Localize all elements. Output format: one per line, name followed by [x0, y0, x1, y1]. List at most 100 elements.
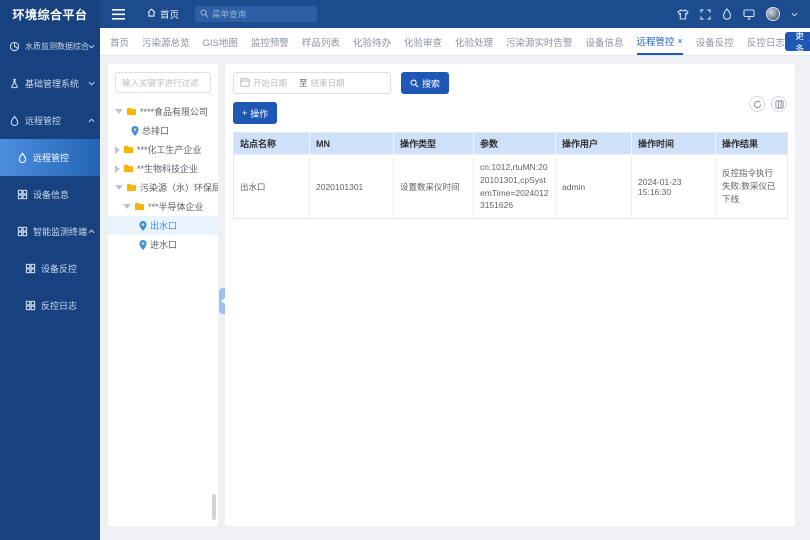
tab-device-info[interactable]: 设备信息: [586, 28, 624, 55]
tree-node-label: 污染源（水）环保局: [140, 181, 218, 194]
action-toolbar: + 操作: [233, 102, 787, 124]
tree-node-inlet[interactable]: 进水口: [108, 235, 218, 254]
monitor-icon[interactable]: [743, 9, 755, 20]
more-tabs-button[interactable]: 更多: [785, 32, 810, 51]
tab-gis-map[interactable]: GIS地图: [203, 28, 238, 55]
top-header: 首页: [100, 0, 810, 28]
tab-lab-process[interactable]: 化验处理: [455, 28, 493, 55]
caret-down-icon[interactable]: [123, 204, 131, 209]
sidebar-item-device-reverse-control[interactable]: 设备反控: [0, 250, 100, 287]
cell-site-name: 出水口: [234, 155, 310, 219]
column-settings-button[interactable]: [771, 96, 787, 112]
col-op-user: 操作用户: [556, 133, 632, 155]
sidebar-item-remote-control[interactable]: 远程管控: [0, 139, 100, 176]
calendar-icon: [240, 77, 250, 89]
sidebar-item-label: 基础管理系统: [25, 77, 79, 90]
fullscreen-icon[interactable]: [700, 9, 711, 20]
caret-down-icon[interactable]: [115, 185, 123, 190]
sidebar-item-label: 智能监测终端: [33, 225, 87, 238]
sidebar-item-label: 水质监测数据综合分析: [25, 41, 88, 52]
header-actions: [677, 7, 798, 21]
col-site-name: 站点名称: [234, 133, 310, 155]
tree-node-food-company[interactable]: ****食品有限公司: [108, 102, 218, 121]
sidebar-item-label: 设备信息: [33, 188, 69, 201]
tree-node-label: ***化工生产企业: [137, 143, 202, 156]
tab-lab-todo[interactable]: 化验待办: [353, 28, 391, 55]
pin-icon: [139, 240, 147, 250]
operate-button[interactable]: + 操作: [233, 102, 277, 124]
tab-monitor-warning[interactable]: 监控预警: [251, 28, 289, 55]
user-menu-chevron-icon[interactable]: [791, 12, 798, 17]
cell-params: cn:1012,rtuMN:2020101301,cpSystemTime=20…: [474, 155, 556, 219]
tab-pollution-overview[interactable]: 污染源总览: [142, 28, 190, 55]
operate-button-label: 操作: [250, 107, 268, 120]
start-date-input[interactable]: [253, 78, 296, 88]
tab-close-icon[interactable]: ×: [678, 36, 683, 46]
folder-icon: [123, 145, 134, 154]
sidebar-item-smart-terminal[interactable]: 智能监测终端: [0, 213, 100, 250]
cell-op-result: 反控指令执行失败:数采仪已下线: [716, 155, 788, 219]
column-settings-icon: [775, 100, 784, 109]
tab-device-reverse-control[interactable]: 设备反控: [696, 28, 734, 55]
grid-icon: [25, 300, 37, 312]
pin-icon: [131, 126, 139, 136]
tree-node-main-outlet[interactable]: 总排口: [108, 121, 218, 140]
tab-remote-control[interactable]: 远程管控×: [637, 28, 683, 55]
home-icon: [147, 8, 156, 20]
breadcrumb-home[interactable]: 首页: [147, 7, 179, 21]
tree-node-chemical-company[interactable]: ***化工生产企业: [108, 140, 218, 159]
grid-icon: [17, 189, 29, 201]
tab-realtime-alarm[interactable]: 污染源实时告警: [506, 28, 573, 55]
tab-reverse-control-log[interactable]: 反控日志: [747, 28, 785, 55]
sidebar-item-device-info[interactable]: 设备信息: [0, 176, 100, 213]
tab-home[interactable]: 首页: [110, 28, 129, 55]
caret-down-icon[interactable]: [115, 109, 123, 114]
flame-icon[interactable]: [722, 8, 732, 20]
cell-mn: 2020101301: [310, 155, 394, 219]
refresh-icon: [753, 100, 762, 109]
breadcrumb-label: 首页: [160, 7, 179, 21]
tab-lab-review[interactable]: 化验审查: [404, 28, 442, 55]
hamburger-menu-icon[interactable]: [112, 9, 125, 20]
caret-right-icon[interactable]: [115, 146, 120, 154]
search-button[interactable]: 搜索: [401, 72, 449, 94]
table-tools: [749, 96, 787, 112]
filter-toolbar: 至 搜索: [233, 72, 787, 94]
refresh-button[interactable]: [749, 96, 765, 112]
folder-icon: [126, 107, 137, 116]
cell-op-user: admin: [556, 155, 632, 219]
org-tree-panel: ****食品有限公司 总排口 ***化工生产企业 **生物科技企业 污染源（水）…: [108, 64, 218, 526]
date-range-picker[interactable]: 至: [233, 72, 391, 94]
col-op-type: 操作类型: [394, 133, 474, 155]
tree-node-semiconductor-company[interactable]: ***半导体企业: [108, 197, 218, 216]
sidebar-item-base-system[interactable]: 基础管理系统: [0, 65, 100, 102]
pie-chart-icon: [9, 41, 21, 53]
sidebar-item-label: 远程管控: [25, 114, 61, 127]
sidebar-item-reverse-control-log[interactable]: 反控日志: [0, 287, 100, 324]
grid-icon: [25, 263, 37, 275]
chevron-up-icon: [88, 229, 95, 234]
menu-search-box[interactable]: [195, 6, 317, 22]
water-drop-icon: [9, 115, 21, 127]
user-avatar[interactable]: [766, 7, 780, 21]
tree-node-label: 总排口: [142, 124, 169, 137]
tree-filter-input[interactable]: [115, 72, 211, 93]
sidebar-item-remote-control-group[interactable]: 远程管控: [0, 102, 100, 139]
tree-node-biotech-company[interactable]: **生物科技企业: [108, 159, 218, 178]
sidebar-item-water-analysis[interactable]: 水质监测数据综合分析: [0, 28, 100, 65]
water-drop-icon: [17, 152, 29, 164]
tree-node-epa-bureau[interactable]: 污染源（水）环保局: [108, 178, 218, 197]
end-date-input[interactable]: [311, 78, 354, 88]
collapse-arrow-icon: [221, 298, 225, 304]
plus-icon: +: [242, 108, 247, 118]
grid-icon: [17, 226, 29, 238]
menu-search-input[interactable]: [212, 9, 302, 19]
chevron-down-icon: [88, 81, 95, 86]
caret-right-icon[interactable]: [115, 165, 120, 173]
table-row[interactable]: 出水口 2020101301 设置数采仪时间 cn:1012,rtuMN:202…: [234, 155, 788, 219]
tree-scrollbar-thumb[interactable]: [212, 494, 216, 520]
tree-node-outlet-selected[interactable]: 出水口: [108, 216, 218, 235]
theme-skin-icon[interactable]: [677, 9, 689, 20]
tab-sample-list[interactable]: 样品列表: [302, 28, 340, 55]
flask-icon: [9, 78, 21, 90]
